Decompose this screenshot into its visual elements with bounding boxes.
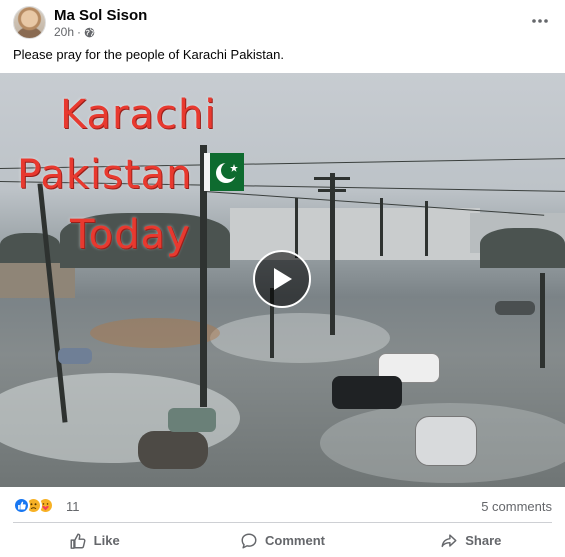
background-trees — [480, 228, 565, 268]
divider — [13, 522, 552, 523]
share-icon — [441, 533, 457, 547]
video-overlay-line-1: Karachi — [60, 92, 217, 138]
video-overlay-line-2: Pakistan — [17, 152, 193, 198]
reaction-count[interactable]: 11 — [66, 499, 80, 514]
more-options-button[interactable] — [525, 6, 555, 36]
feed-post: Ma Sol Sison 20h · Please pray for the p… — [0, 0, 565, 557]
car — [58, 348, 92, 364]
video-player[interactable]: Karachi Pakistan Today — [0, 73, 565, 487]
post-time[interactable]: 20h — [54, 25, 74, 39]
globe-icon — [84, 27, 95, 37]
car — [168, 408, 216, 432]
author-name[interactable]: Ma Sol Sison — [54, 7, 147, 24]
play-icon — [274, 268, 292, 290]
comment-icon — [241, 533, 257, 548]
comment-button[interactable]: Comment — [188, 524, 376, 557]
pole-crossbar — [314, 177, 350, 180]
comment-label: Comment — [265, 533, 325, 548]
more-horizontal-icon — [532, 19, 548, 23]
play-button[interactable] — [253, 250, 311, 308]
share-label: Share — [465, 533, 502, 548]
background-trees — [0, 233, 60, 263]
author-avatar[interactable] — [13, 6, 46, 39]
post-action-bar: Like Comment Share — [0, 524, 565, 557]
utility-pole — [380, 198, 383, 256]
car — [138, 431, 208, 469]
thumbs-up-icon — [70, 533, 86, 549]
post-stats: 11 5 comments — [0, 493, 565, 519]
car — [495, 301, 535, 315]
utility-pole — [295, 198, 298, 258]
meta-separator: · — [77, 25, 82, 39]
video-overlay-line-3: Today — [70, 212, 191, 258]
pakistan-flag — [204, 153, 244, 191]
utility-pole — [540, 273, 545, 368]
reaction-icons[interactable] — [13, 497, 54, 514]
utility-pole — [425, 201, 428, 256]
like-label: Like — [93, 533, 120, 548]
like-icon — [13, 497, 30, 514]
pole-crossbar — [318, 189, 346, 192]
like-button[interactable]: Like — [0, 524, 188, 557]
flood-water — [210, 313, 390, 363]
car — [415, 416, 477, 466]
post-meta: 20h · — [54, 25, 95, 39]
car — [332, 376, 402, 409]
utility-pole — [330, 173, 335, 335]
post-text: Please pray for the people of Karachi Pa… — [13, 47, 284, 62]
comments-count[interactable]: 5 comments — [481, 499, 552, 514]
crescent-star-icon — [216, 162, 238, 183]
share-button[interactable]: Share — [377, 524, 565, 557]
background-building — [230, 208, 480, 260]
